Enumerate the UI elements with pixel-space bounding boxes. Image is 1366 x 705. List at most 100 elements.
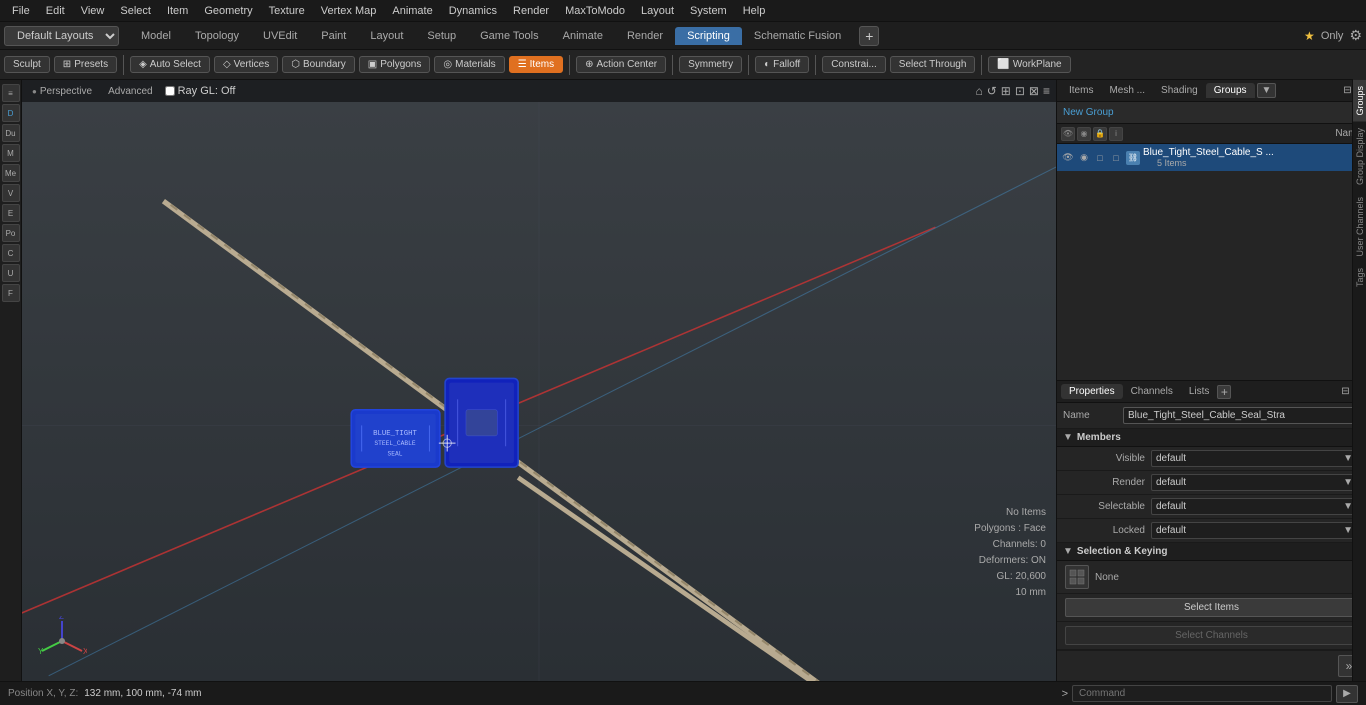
- add-tab-button[interactable]: +: [1217, 385, 1231, 399]
- group-eye-icon[interactable]: 👁: [1061, 151, 1075, 165]
- left-tool-10[interactable]: U: [2, 264, 20, 282]
- zoom-icon[interactable]: ⊞: [1001, 84, 1011, 98]
- left-tool-1[interactable]: ≡: [2, 84, 20, 102]
- menu-geometry[interactable]: Geometry: [196, 3, 260, 19]
- menu-dynamics[interactable]: Dynamics: [441, 3, 505, 19]
- left-tool-7[interactable]: E: [2, 204, 20, 222]
- menu-help[interactable]: Help: [735, 3, 774, 19]
- visible-dropdown[interactable]: default ▼: [1151, 450, 1358, 467]
- group-lock-icon[interactable]: □: [1093, 151, 1107, 165]
- refresh-icon[interactable]: ↺: [987, 84, 997, 98]
- members-section-header[interactable]: ▼ Members: [1057, 429, 1366, 447]
- left-tool-8[interactable]: Po: [2, 224, 20, 242]
- raygl-check[interactable]: [165, 86, 175, 96]
- props-collapse-icon[interactable]: ⊟: [1341, 386, 1349, 397]
- select-items-button[interactable]: Select Items: [1065, 598, 1358, 617]
- left-tool-4[interactable]: M: [2, 144, 20, 162]
- locked-dropdown[interactable]: default ▼: [1151, 522, 1358, 539]
- menu-select[interactable]: Select: [112, 3, 159, 19]
- expand-icon[interactable]: ⊠: [1029, 84, 1039, 98]
- vert-tab-group-display[interactable]: Group Display: [1353, 122, 1366, 191]
- constraints-button[interactable]: Constrai...: [822, 56, 886, 73]
- vertices-button[interactable]: ◇ Vertices: [214, 56, 278, 73]
- name-input[interactable]: [1123, 407, 1360, 424]
- perspective-toggle[interactable]: ● Perspective: [28, 85, 96, 98]
- tab-groups[interactable]: Groups: [1206, 83, 1255, 98]
- viewport-canvas[interactable]: BLUE_TIGHT STEEL_CABLE SEAL: [22, 102, 1056, 681]
- home-icon[interactable]: ⌂: [975, 84, 982, 98]
- cmd-run-button[interactable]: ▶: [1336, 685, 1358, 703]
- vert-tab-groups[interactable]: Groups: [1353, 80, 1366, 122]
- info-icon[interactable]: i: [1109, 127, 1123, 141]
- tab-scripting[interactable]: Scripting: [675, 27, 742, 45]
- lock-icon[interactable]: 🔒: [1093, 127, 1107, 141]
- keying-grid-icon[interactable]: [1065, 565, 1089, 589]
- tab-mesh[interactable]: Mesh ...: [1101, 83, 1153, 98]
- menu-item[interactable]: Item: [159, 3, 196, 19]
- boundary-button[interactable]: ⬡ Boundary: [282, 56, 355, 73]
- menu-vertex-map[interactable]: Vertex Map: [313, 3, 385, 19]
- menu-edit[interactable]: Edit: [38, 3, 73, 19]
- group-item[interactable]: 👁 ◉ □ □ ⛓ Blue_Tight_Steel_Cable_S ... 5…: [1057, 144, 1366, 171]
- menu-render[interactable]: Render: [505, 3, 557, 19]
- viewport[interactable]: ● Perspective Advanced Ray GL: Off ⌂ ↺ ⊞…: [22, 80, 1056, 681]
- tab-model[interactable]: Model: [129, 27, 183, 45]
- panel-dropdown[interactable]: ▼: [1257, 83, 1277, 98]
- tab-channels[interactable]: Channels: [1123, 384, 1181, 399]
- workplane-button[interactable]: ⬜ WorkPlane: [988, 56, 1070, 73]
- menu-view[interactable]: View: [73, 3, 113, 19]
- menu-file[interactable]: File: [4, 3, 38, 19]
- tab-uvedit[interactable]: UVEdit: [251, 27, 309, 45]
- select-through-button[interactable]: Select Through: [890, 56, 976, 73]
- left-tool-9[interactable]: C: [2, 244, 20, 262]
- eye-icon[interactable]: 👁: [1061, 127, 1075, 141]
- menu-system[interactable]: System: [682, 3, 735, 19]
- tab-properties[interactable]: Properties: [1061, 384, 1123, 399]
- tab-game-tools[interactable]: Game Tools: [468, 27, 551, 45]
- tab-animate[interactable]: Animate: [551, 27, 615, 45]
- more-icon[interactable]: ≡: [1043, 84, 1050, 98]
- tab-render[interactable]: Render: [615, 27, 675, 45]
- menu-texture[interactable]: Texture: [261, 3, 313, 19]
- render-dropdown[interactable]: default ▼: [1151, 474, 1358, 491]
- sculpt-button[interactable]: Sculpt: [4, 56, 50, 73]
- left-tool-11[interactable]: F: [2, 284, 20, 302]
- tab-paint[interactable]: Paint: [309, 27, 358, 45]
- left-tool-6[interactable]: V: [2, 184, 20, 202]
- select-channels-button[interactable]: Select Channels: [1065, 626, 1358, 645]
- tab-items[interactable]: Items: [1061, 83, 1101, 98]
- materials-button[interactable]: ◎ Materials: [434, 56, 504, 73]
- group-render-icon[interactable]: ◉: [1077, 151, 1091, 165]
- symmetry-button[interactable]: Symmetry: [679, 56, 742, 73]
- selection-keying-header[interactable]: ▼ Selection & Keying: [1057, 543, 1366, 561]
- left-tool-2[interactable]: D: [2, 104, 20, 122]
- falloff-button[interactable]: ◐ Falloff: [755, 56, 809, 73]
- left-tool-3[interactable]: Du: [2, 124, 20, 142]
- group-info-icon[interactable]: □: [1109, 151, 1123, 165]
- polygons-button[interactable]: ▣ Polygons: [359, 56, 431, 73]
- tab-schematic-fusion[interactable]: Schematic Fusion: [742, 27, 853, 45]
- tab-setup[interactable]: Setup: [415, 27, 468, 45]
- layout-dropdown[interactable]: Default Layouts: [4, 26, 119, 46]
- new-group-button[interactable]: New Group: [1063, 107, 1114, 118]
- tab-layout[interactable]: Layout: [358, 27, 415, 45]
- tab-topology[interactable]: Topology: [183, 27, 251, 45]
- tab-lists[interactable]: Lists: [1181, 384, 1218, 399]
- menu-layout[interactable]: Layout: [633, 3, 682, 19]
- menu-maxtomodo[interactable]: MaxToModo: [557, 3, 633, 19]
- panel-collapse-icon[interactable]: ⊟: [1343, 85, 1351, 96]
- menu-animate[interactable]: Animate: [384, 3, 440, 19]
- left-tool-5[interactable]: Me: [2, 164, 20, 182]
- settings-icon[interactable]: ⚙: [1349, 27, 1362, 44]
- vert-tab-user-channels[interactable]: User Channels: [1353, 191, 1366, 263]
- auto-select-button[interactable]: ◈ Auto Select: [130, 56, 210, 73]
- render-icon[interactable]: ◉: [1077, 127, 1091, 141]
- selectable-dropdown[interactable]: default ▼: [1151, 498, 1358, 515]
- action-center-button[interactable]: ⊕ Action Center: [576, 56, 666, 73]
- fit-icon[interactable]: ⊡: [1015, 84, 1025, 98]
- presets-button[interactable]: ⊞ Presets: [54, 56, 117, 73]
- vert-tab-tags[interactable]: Tags: [1353, 262, 1366, 293]
- raygl-checkbox[interactable]: Ray GL: Off: [165, 85, 236, 97]
- tab-shading[interactable]: Shading: [1153, 83, 1206, 98]
- items-button[interactable]: ☰ Items: [509, 56, 563, 73]
